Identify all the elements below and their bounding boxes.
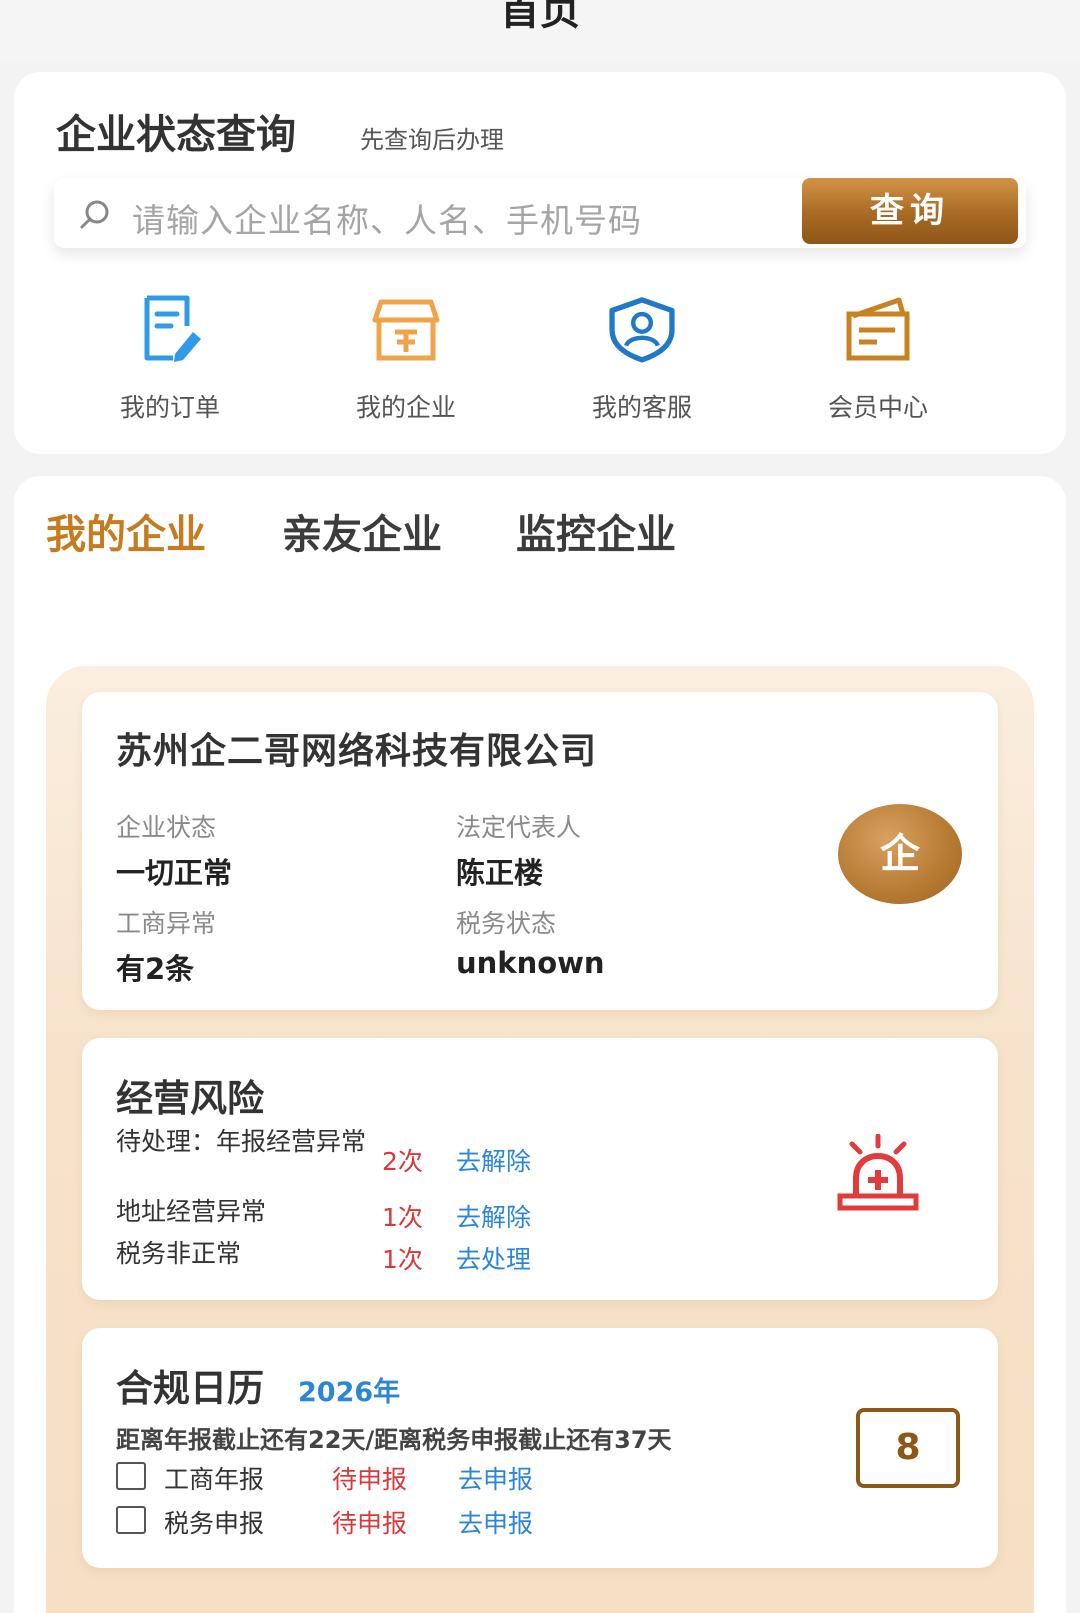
risk-item: 待处理：年报经营异常 2次 去解除 xyxy=(116,1127,836,1177)
quick-link-orders[interactable]: 我的订单 xyxy=(70,292,270,424)
checkbox[interactable] xyxy=(116,1462,146,1490)
calendar-year: 2026年 xyxy=(298,1377,401,1408)
calendar-item-name: 税务申报 xyxy=(164,1509,265,1538)
quick-link-label: 会员中心 xyxy=(827,393,928,422)
query-subheading: 先查询后办理 xyxy=(360,126,504,154)
declare-link[interactable]: 去申报 xyxy=(458,1504,533,1540)
quick-link-label: 我的企业 xyxy=(355,393,456,422)
risk-card: 经营风险 待处理：年报经营异常 2次 去解除 地址经营异常 1次 去解除 税务非… xyxy=(82,1038,998,1300)
company-panel: 苏州企二哥网络科技有限公司 企业状态 一切正常 法定代表人 陈正楼 工商异常 有… xyxy=(46,666,1034,1613)
calendar-item-status: 待申报 xyxy=(332,1465,408,1494)
calendar-day-box[interactable]: 8 xyxy=(856,1408,960,1488)
query-heading: 企业状态查询 xyxy=(56,112,296,158)
calendar-item-status: 待申报 xyxy=(332,1509,408,1538)
field-value: 一切正常 xyxy=(116,856,233,890)
risk-item-count: 1次 xyxy=(382,1203,423,1232)
store-icon xyxy=(372,299,440,361)
tab-monitor-company[interactable]: 监控企业 xyxy=(516,502,676,560)
quick-link-label: 我的客服 xyxy=(591,393,692,422)
risk-item: 地址经营异常 1次 去解除 xyxy=(116,1198,836,1238)
company-info-card[interactable]: 苏州企二哥网络科技有限公司 企业状态 一切正常 法定代表人 陈正楼 工商异常 有… xyxy=(82,692,998,1010)
search-icon xyxy=(80,200,109,229)
risk-item: 税务非正常 1次 去处理 xyxy=(116,1240,836,1280)
field-label: 企业状态 xyxy=(116,813,217,842)
risk-handle-link[interactable]: 去处理 xyxy=(456,1240,531,1276)
search-bar[interactable]: 请输入企业名称、人名、手机号码 查询 xyxy=(54,178,1026,248)
top-bar: 首页 xyxy=(0,0,1080,60)
declare-link[interactable]: 去申报 xyxy=(458,1460,533,1496)
field-label: 税务状态 xyxy=(456,909,557,938)
risk-item-name: 地址经营异常 xyxy=(116,1197,267,1226)
field-value: 陈正楼 xyxy=(456,856,544,890)
calendar-title: 合规日历 xyxy=(116,1367,264,1410)
query-button[interactable]: 查询 xyxy=(802,178,1018,244)
search-input[interactable]: 请输入企业名称、人名、手机号码 xyxy=(132,194,642,242)
field-label: 法定代表人 xyxy=(456,813,582,842)
calendar-item: 税务申报 待申报 去申报 xyxy=(116,1504,616,1538)
field-value: unknown xyxy=(456,946,605,980)
query-card: 企业状态查询 先查询后办理 请输入企业名称、人名、手机号码 查询 我的订单 我的… xyxy=(14,72,1066,454)
tab-family-company[interactable]: 亲友企业 xyxy=(282,502,442,560)
tab-my-company[interactable]: 我的企业 xyxy=(46,502,206,560)
risk-item-name: 待处理：年报经营异常 xyxy=(116,1127,367,1156)
compliance-calendar-card: 合规日历 2026年 距离年报截止还有22天/距离税务申报截止还有37天 工商年… xyxy=(82,1328,998,1568)
risk-item-name: 税务非正常 xyxy=(116,1239,242,1268)
risk-item-count: 2次 xyxy=(382,1147,423,1176)
quick-link-my-company[interactable]: 我的企业 xyxy=(306,292,506,424)
quick-link-label: 我的订单 xyxy=(119,393,220,422)
checkbox[interactable] xyxy=(116,1506,146,1534)
quick-links: 我的订单 我的企业 我的客服 会员中心 xyxy=(14,292,1066,432)
page-title: 首页 xyxy=(500,0,580,34)
field-value: 有2条 xyxy=(116,952,195,986)
calendar-item-name: 工商年报 xyxy=(164,1465,265,1494)
alarm-siren-icon xyxy=(837,1134,919,1211)
company-badge: 企 xyxy=(838,804,962,904)
calendar-item: 工商年报 待申报 去申报 xyxy=(116,1460,616,1494)
calendar-deadline-info: 距离年报截止还有22天/距离税务申报截止还有37天 xyxy=(116,1426,672,1454)
wallet-card-icon xyxy=(846,297,910,361)
service-shield-icon xyxy=(609,297,675,363)
company-section: 我的企业 亲友企业 监控企业 苏州企二哥网络科技有限公司 企业状态 一切正常 法… xyxy=(14,476,1066,1613)
quick-link-member[interactable]: 会员中心 xyxy=(778,292,978,424)
field-label: 工商异常 xyxy=(116,909,217,938)
risk-title: 经营风险 xyxy=(116,1077,264,1120)
company-name: 苏州企二哥网络科技有限公司 xyxy=(116,731,598,772)
order-edit-icon xyxy=(144,295,201,362)
risk-resolve-link[interactable]: 去解除 xyxy=(456,1198,531,1234)
quick-link-service[interactable]: 我的客服 xyxy=(542,292,742,424)
risk-resolve-link[interactable]: 去解除 xyxy=(456,1142,531,1178)
risk-item-count: 1次 xyxy=(382,1245,423,1274)
